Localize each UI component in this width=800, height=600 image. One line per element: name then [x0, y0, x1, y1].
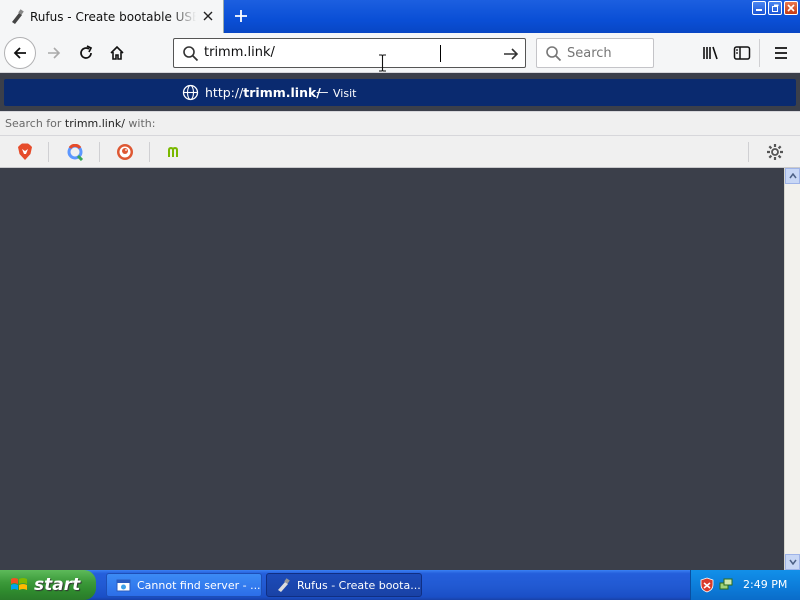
library-button[interactable]: [695, 37, 727, 69]
home-button[interactable]: [101, 37, 133, 69]
system-tray: 2:49 PM: [690, 570, 800, 600]
restore-icon[interactable]: [768, 1, 782, 15]
hamburger-menu-icon: [775, 47, 787, 59]
visit-separator: —: [316, 84, 329, 99]
usb-drive-icon: [275, 577, 291, 593]
search-icon: [183, 46, 199, 62]
plus-icon: [235, 10, 247, 22]
engine-separator: [149, 142, 150, 162]
page-content: [0, 168, 784, 570]
toolbar-divider: [759, 39, 760, 67]
close-tab-icon[interactable]: [201, 9, 215, 23]
url-bar[interactable]: [173, 38, 526, 68]
back-arrow-icon: [13, 47, 26, 59]
text-caret: [440, 45, 441, 62]
search-for-prefix: Search for: [5, 117, 62, 130]
reload-button[interactable]: [70, 37, 102, 69]
engine-separator: [748, 142, 749, 162]
gear-icon[interactable]: [765, 142, 785, 162]
security-shield-icon[interactable]: [699, 577, 715, 593]
search-icon: [546, 46, 562, 62]
task-label: Cannot find server - ...: [137, 578, 261, 592]
search-for-suffix: with:: [128, 117, 156, 130]
home-icon: [110, 45, 124, 60]
start-button[interactable]: start: [0, 570, 96, 600]
new-tab-button[interactable]: [229, 5, 253, 27]
close-icon[interactable]: [784, 1, 798, 15]
engine-separator: [48, 142, 49, 162]
network-icon[interactable]: [718, 577, 734, 593]
clock: 2:49 PM: [743, 578, 788, 591]
globe-icon: [182, 84, 199, 101]
back-button[interactable]: [4, 37, 36, 69]
sidebar-icon: [733, 46, 751, 60]
internet-explorer-icon: [115, 577, 131, 593]
sidebar-button[interactable]: [726, 37, 758, 69]
visit-url-prefix: http://: [205, 85, 244, 100]
search-input[interactable]: [567, 46, 651, 61]
visit-url: http://trimm.link/: [205, 85, 321, 100]
mojeek-icon[interactable]: [165, 142, 185, 162]
search-for-label: Search for trimm.link/ with:: [5, 117, 155, 130]
start-label: start: [34, 575, 81, 595]
windows-logo-icon: [11, 578, 27, 590]
tab-title: Rufus - Create bootable USB drives the e…: [30, 9, 196, 24]
window-controls: [752, 1, 798, 15]
qwant-icon[interactable]: [65, 142, 85, 162]
taskbar-item-rufus[interactable]: Rufus - Create boota...: [266, 573, 422, 597]
tab-strip: Rufus - Create bootable USB drives the e…: [0, 0, 800, 33]
search-for-query: trimm.link/: [64, 117, 125, 130]
scroll-up-icon[interactable]: [785, 168, 800, 184]
taskbar-item-cannot-find-server[interactable]: Cannot find server - ...: [106, 573, 262, 597]
visit-url-host: trimm.link/: [243, 85, 321, 100]
usb-drive-icon: [9, 8, 25, 25]
ibeam-cursor-icon: [379, 54, 386, 72]
task-label: Rufus - Create boota...: [297, 578, 421, 592]
vertical-scrollbar[interactable]: [784, 168, 800, 570]
engine-separator: [99, 142, 100, 162]
reload-icon: [80, 45, 93, 59]
visit-suggestion[interactable]: http://trimm.link/ — Visit: [4, 79, 796, 106]
search-box[interactable]: [536, 38, 654, 68]
library-icon: [703, 46, 718, 60]
forward-button[interactable]: [38, 37, 70, 69]
search-for-bar: Search for trimm.link/ with:: [0, 111, 800, 135]
forward-arrow-icon: [48, 47, 61, 59]
minimize-icon[interactable]: [752, 1, 766, 15]
visit-label: Visit: [333, 87, 357, 100]
nav-toolbar: [0, 33, 800, 73]
search-engine-bar: [0, 135, 800, 168]
scroll-down-icon[interactable]: [785, 554, 800, 570]
url-input[interactable]: [204, 45, 494, 60]
go-arrow-icon[interactable]: [502, 45, 520, 63]
duckduckgo-icon[interactable]: [115, 142, 135, 162]
tab-rufus[interactable]: Rufus - Create bootable USB drives the e…: [0, 0, 224, 33]
menu-button[interactable]: [765, 37, 797, 69]
brave-icon[interactable]: [15, 142, 35, 162]
taskbar: start Cannot find server - ... Rufus - C…: [0, 570, 800, 600]
